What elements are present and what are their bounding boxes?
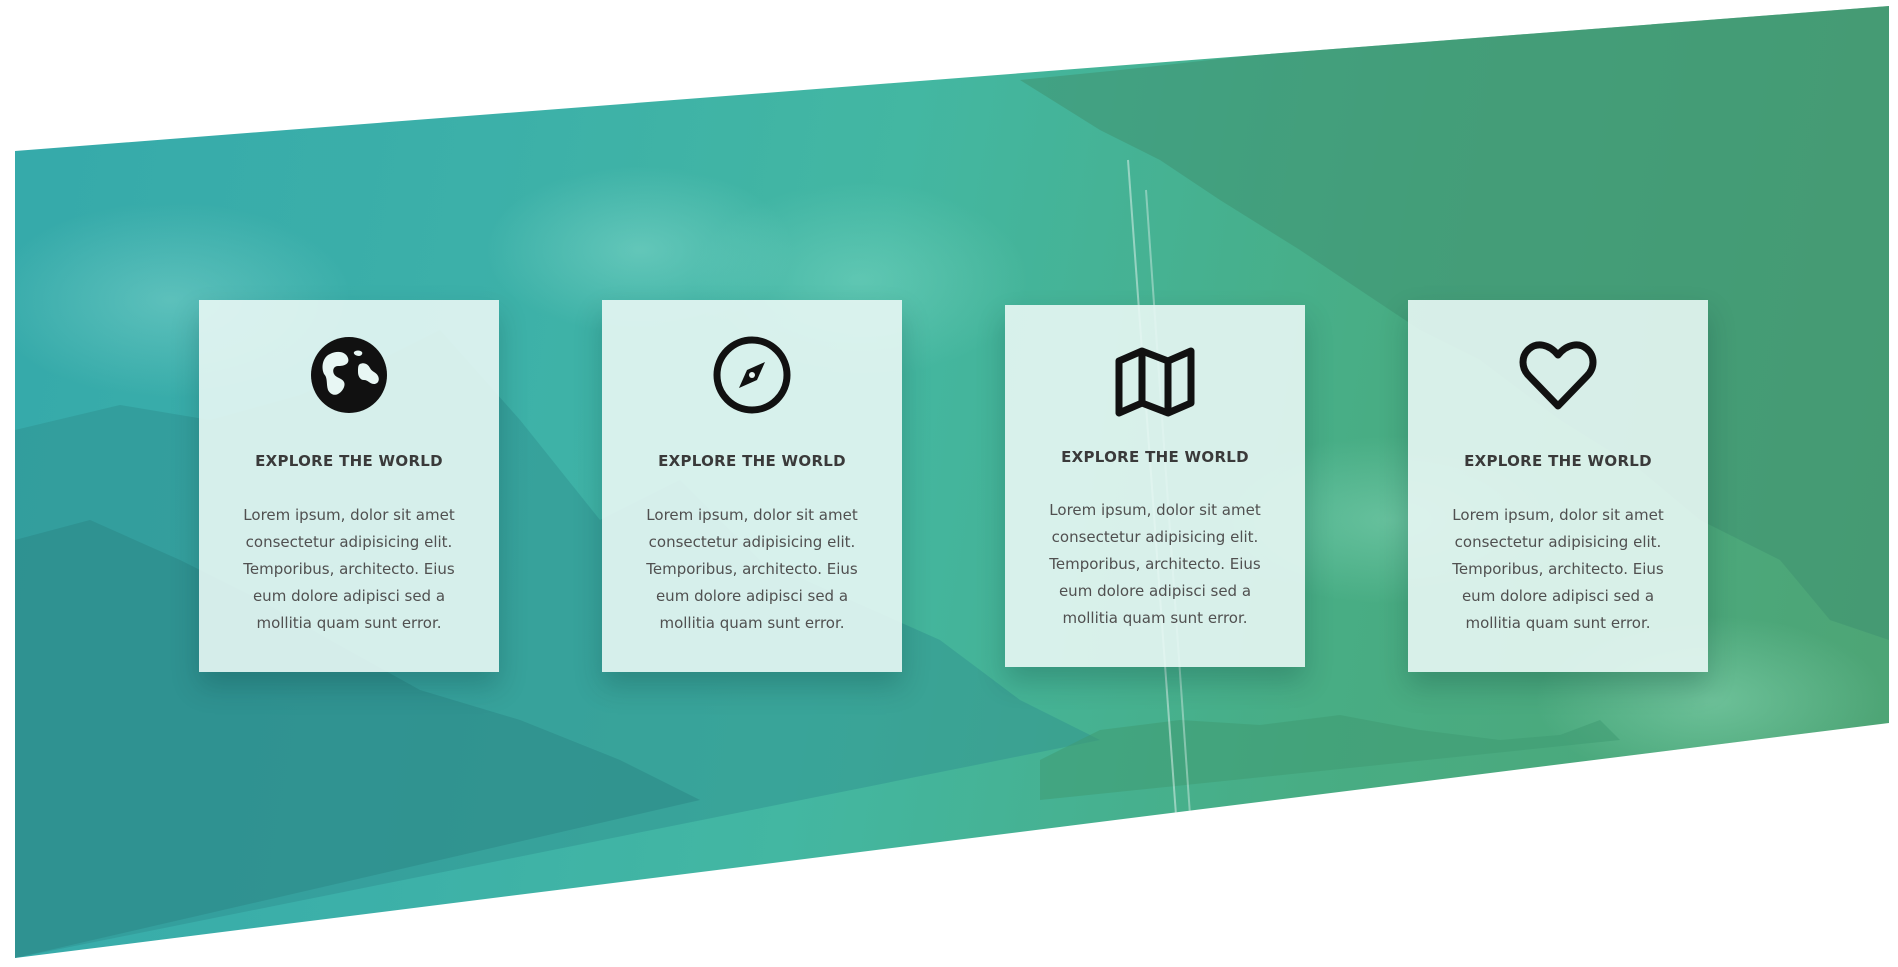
card-description: Lorem ipsum, dolor sit amet consectetur … — [1049, 501, 1261, 627]
feature-card: EXPLORE THE WORLD Lorem ipsum, dolor sit… — [602, 300, 902, 672]
heart-icon — [1517, 334, 1599, 416]
features-section: EXPLORE THE WORLD Lorem ipsum, dolor sit… — [0, 0, 1898, 967]
card-title: EXPLORE THE WORLD — [658, 452, 846, 470]
globe-icon — [308, 334, 390, 416]
card-description: Lorem ipsum, dolor sit amet consectetur … — [243, 506, 455, 632]
card-description: Lorem ipsum, dolor sit amet consectetur … — [646, 506, 858, 632]
compass-icon — [711, 334, 793, 416]
feature-card: EXPLORE THE WORLD Lorem ipsum, dolor sit… — [1408, 300, 1708, 672]
card-description: Lorem ipsum, dolor sit amet consectetur … — [1452, 506, 1664, 632]
feature-card: EXPLORE THE WORLD Lorem ipsum, dolor sit… — [199, 300, 499, 672]
card-title: EXPLORE THE WORLD — [1061, 448, 1249, 466]
card-title: EXPLORE THE WORLD — [1464, 452, 1652, 470]
feature-card: EXPLORE THE WORLD Lorem ipsum, dolor sit… — [1005, 305, 1305, 667]
card-title: EXPLORE THE WORLD — [255, 452, 443, 470]
feature-cards-row: EXPLORE THE WORLD Lorem ipsum, dolor sit… — [0, 0, 1898, 967]
map-icon — [1114, 341, 1196, 423]
